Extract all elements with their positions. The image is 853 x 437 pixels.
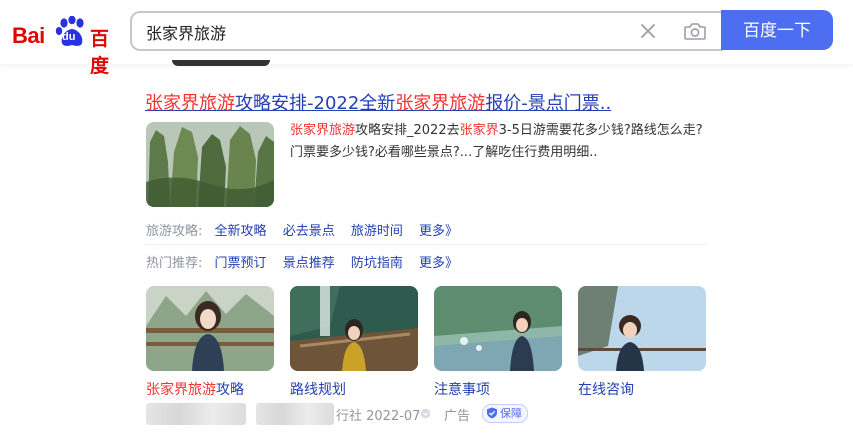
divider bbox=[146, 244, 706, 245]
desc-text: 攻略安排_2022去 bbox=[355, 123, 460, 138]
photo-image bbox=[578, 286, 706, 371]
result-thumbnail[interactable] bbox=[146, 122, 274, 207]
info-icon[interactable] bbox=[420, 408, 431, 419]
card-caption[interactable]: 在线咨询 bbox=[578, 379, 634, 399]
blurred-source bbox=[256, 403, 334, 425]
title-highlight: 张家界旅游 bbox=[145, 93, 235, 114]
photo-image bbox=[290, 286, 418, 371]
blurred-source bbox=[146, 403, 246, 425]
link-attractions[interactable]: 景点推荐 bbox=[283, 256, 335, 271]
mountain-image bbox=[146, 122, 274, 207]
card-caption[interactable]: 张家界旅游攻略 bbox=[146, 379, 244, 399]
link-more[interactable]: 更多》 bbox=[419, 256, 458, 271]
link-tickets[interactable]: 门票预订 bbox=[215, 256, 267, 271]
ad-label: 广告 bbox=[444, 409, 471, 424]
link-must-see[interactable]: 必去景点 bbox=[283, 224, 335, 239]
result-footer: 行社 2022-07 广告 保障 bbox=[146, 403, 566, 425]
shield-icon bbox=[487, 407, 497, 419]
card-notes[interactable] bbox=[434, 286, 562, 371]
close-icon[interactable] bbox=[637, 20, 659, 42]
logo-text-bai: Bai bbox=[12, 23, 45, 48]
result-description: 张家界旅游攻略安排_2022去张家界3-5日游需要花多少钱?路线怎么走?门票要多… bbox=[290, 120, 710, 164]
link-new-guide[interactable]: 全新攻略 bbox=[215, 224, 267, 239]
link-more[interactable]: 更多》 bbox=[419, 224, 458, 239]
photo-image bbox=[434, 286, 562, 371]
search-box bbox=[130, 11, 723, 51]
top-header: Bai du 百度 百度一下 bbox=[0, 0, 853, 77]
card-consult[interactable] bbox=[578, 286, 706, 371]
row-label: 旅游攻略: bbox=[146, 224, 203, 239]
link-anti-scam[interactable]: 防坑指南 bbox=[351, 256, 403, 271]
card-caption[interactable]: 路线规划 bbox=[290, 379, 346, 399]
title-text: 报价-景点门票.. bbox=[485, 93, 612, 114]
link-travel-time[interactable]: 旅游时间 bbox=[351, 224, 403, 239]
card-caption[interactable]: 注意事项 bbox=[434, 379, 490, 399]
card-route[interactable] bbox=[290, 286, 418, 371]
row-label: 热门推荐: bbox=[146, 256, 203, 271]
recommend-links-row: 热门推荐: 门票预订 景点推荐 防坑指南 更多》 bbox=[146, 252, 470, 271]
desc-highlight: 张家界旅游 bbox=[290, 123, 356, 138]
caption-text: 攻略 bbox=[216, 382, 244, 398]
badge-text: 保障 bbox=[500, 407, 522, 420]
title-highlight: 张家界旅游 bbox=[395, 93, 486, 114]
guarantee-badge[interactable]: 保障 bbox=[482, 404, 528, 423]
title-text: 攻略安排-2022全新 bbox=[235, 93, 396, 114]
scroll-stub bbox=[172, 60, 270, 66]
caption-highlight: 张家界旅游 bbox=[146, 382, 216, 398]
camera-icon[interactable] bbox=[683, 20, 707, 42]
baidu-logo[interactable]: Bai du 百度 bbox=[12, 16, 116, 77]
guide-links-row: 旅游攻略: 全新攻略 必去景点 旅游时间 更多》 bbox=[146, 220, 470, 239]
logo-text-cn: 百度 bbox=[90, 28, 110, 77]
search-button[interactable]: 百度一下 bbox=[721, 10, 833, 50]
search-input[interactable] bbox=[146, 21, 616, 43]
photo-image bbox=[146, 286, 274, 371]
desc-highlight: 张家界 bbox=[459, 123, 499, 138]
card-guide[interactable] bbox=[146, 286, 274, 371]
source-date: 行社 2022-07 bbox=[336, 409, 421, 424]
logo-text-du: du bbox=[62, 31, 76, 43]
result-title[interactable]: 张家界旅游攻略安排-2022全新张家界旅游报价-景点门票.. bbox=[145, 89, 611, 115]
